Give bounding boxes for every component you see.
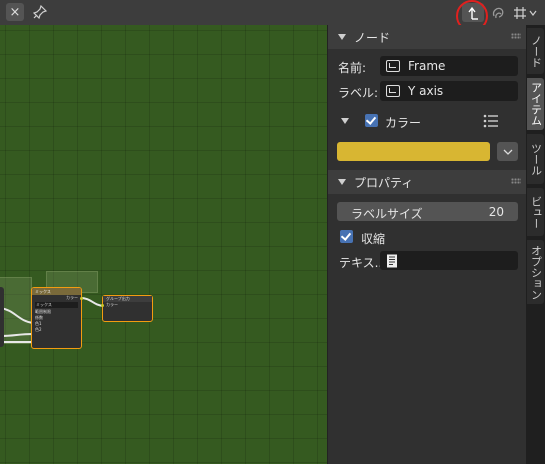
text-datablock-field[interactable] [380, 251, 518, 270]
label-size-value: 20 [488, 205, 504, 219]
close-icon: × [9, 4, 21, 20]
color-menu-button[interactable] [497, 142, 518, 161]
properties-panel-header[interactable]: プロパティ [328, 170, 527, 194]
shrink-checkbox[interactable] [340, 230, 353, 243]
node-socket[interactable] [80, 297, 83, 300]
tab-item[interactable]: アイテム [527, 78, 544, 130]
node-mix-mode[interactable]: ミックス [35, 302, 78, 308]
label-size-label: ラベルサイズ [351, 207, 423, 221]
overlay-icon [492, 7, 504, 18]
color-label: カラー [385, 116, 422, 130]
drag-grip-icon[interactable] [511, 178, 521, 184]
sidebar: ノード 名前: Frame ラベル: Y axis カラー プロパティ ラベルサ… [327, 25, 527, 464]
node-icon [386, 85, 400, 97]
color-checkbox[interactable] [365, 114, 378, 127]
node-mix-color2: 色2 [35, 327, 42, 332]
node-panel-header[interactable]: ノード [328, 25, 527, 49]
node-mix-title: ミックス [32, 288, 81, 295]
name-field[interactable]: Frame [380, 56, 518, 76]
node-group-output-input: カラー [106, 302, 118, 307]
label-value: Y axis [408, 84, 444, 98]
chevron-down-icon [529, 10, 537, 16]
drag-grip-icon[interactable] [511, 33, 521, 39]
node-panel-title: ノード [354, 30, 391, 45]
snap-grid-icon [514, 6, 526, 19]
shrink-label: 収縮 [361, 232, 386, 246]
label-label: ラベル: [338, 86, 379, 100]
chevron-down-icon [503, 149, 512, 155]
tab-view-label: ビュー [529, 195, 543, 229]
tab-view[interactable]: ビュー [527, 188, 544, 236]
tab-tool[interactable]: ツール [527, 134, 544, 184]
node-mix[interactable]: ミックス カラー ミックス 範囲制限 係数 色1 色2 [31, 287, 83, 349]
tab-tool-label: ツール [529, 142, 543, 176]
node-icon [386, 60, 400, 72]
tab-options[interactable]: オプション [527, 240, 544, 304]
close-button[interactable]: × [6, 3, 24, 21]
tab-node[interactable]: ノード [527, 28, 544, 74]
pin-button[interactable] [30, 3, 50, 21]
collapse-triangle-icon [338, 179, 346, 185]
node-editor-header: × [0, 0, 545, 32]
node-socket[interactable] [101, 304, 104, 307]
tab-options-label: オプション [529, 244, 543, 300]
label-size-slider[interactable]: ラベルサイズ 20 [337, 202, 518, 221]
name-value: Frame [408, 59, 446, 73]
properties-panel-title: プロパティ [354, 175, 414, 190]
node-mix-output: カラー [66, 295, 78, 300]
node-group-output[interactable]: グループ出力 カラー [101, 295, 153, 322]
tab-node-label: ノード [529, 34, 543, 68]
label-field[interactable]: Y axis [380, 81, 518, 101]
tab-item-label: アイテム [529, 82, 543, 126]
overlay-toggle-button[interactable] [488, 3, 508, 22]
node-links [0, 297, 105, 343]
node-editor-canvas[interactable]: ミックス カラー ミックス 範囲制限 係数 色1 色2 グループ出力 カラー [0, 25, 327, 464]
collapse-triangle-icon [338, 34, 346, 40]
list-options-icon[interactable] [483, 114, 499, 128]
text-document-icon [387, 254, 397, 268]
pin-icon [33, 5, 47, 19]
snap-button[interactable] [510, 3, 540, 22]
color-swatch[interactable] [337, 142, 490, 161]
name-label: 名前: [338, 61, 367, 75]
sidebar-tabs: ノード アイテム ツール ビュー オプション [526, 25, 545, 464]
node-partial[interactable] [0, 287, 4, 347]
color-subpanel-triangle-icon[interactable] [341, 118, 349, 124]
